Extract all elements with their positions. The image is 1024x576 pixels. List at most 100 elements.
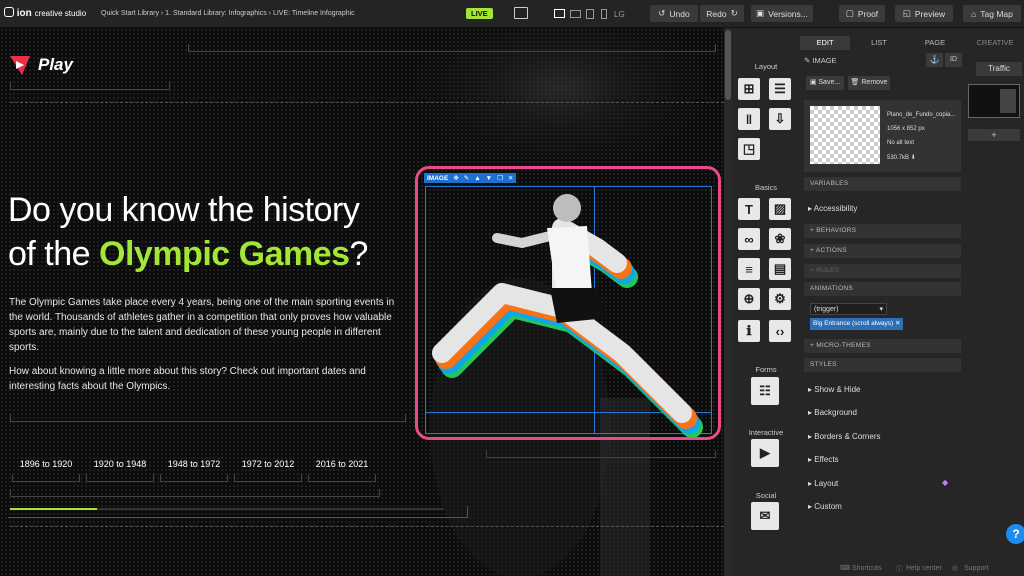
file-size: 530.7kB ⬇ — [887, 155, 916, 161]
style-item[interactable]: ▸ Show & Hide — [808, 385, 861, 394]
download-icon[interactable]: ⬇ — [911, 155, 916, 161]
rows-icon[interactable]: ☰ — [769, 78, 791, 100]
headline-line-2: of the Olympic Games? — [8, 235, 368, 273]
video-icon[interactable]: ▶ — [751, 439, 779, 467]
form-icon[interactable]: ☷ — [751, 377, 779, 405]
desktop-icon[interactable] — [554, 9, 565, 18]
droplet-icon: ◆ — [942, 478, 949, 487]
element-toolbox: Layout ⊞ ☰ ‖ ⇩ ◳ Basics T ▨ ∞ ❀ ≡ ▤ ⊕ ⚙ … — [732, 56, 800, 576]
traffic-tab[interactable]: Traffic — [976, 62, 1022, 76]
tablet-icon[interactable] — [586, 9, 594, 19]
variables-header[interactable]: VARIABLES — [804, 177, 961, 191]
support-link[interactable]: Support — [964, 565, 989, 572]
tab-creative[interactable]: CREATIVE — [966, 36, 1024, 50]
intro-paragraph[interactable]: The Olympic Games take place every 4 yea… — [9, 295, 404, 355]
style-item[interactable]: ▸ Background — [808, 408, 857, 417]
shape-icon[interactable]: ❀ — [769, 228, 791, 250]
timeline-item[interactable]: 2016 to 2021 — [308, 459, 376, 469]
play-logo[interactable]: Play — [8, 53, 73, 77]
remove-button[interactable]: 🗑 Remove — [848, 76, 890, 90]
tag-map-button[interactable]: ⌂ Tag Map — [963, 5, 1021, 22]
shortcuts-link[interactable]: Shortcuts — [852, 565, 882, 572]
image-add-icon[interactable]: ⊕ — [738, 288, 760, 310]
text-icon[interactable]: T — [738, 198, 760, 220]
secondary-paragraph[interactable]: How about knowing a little more about th… — [9, 364, 404, 394]
id-button[interactable]: ID — [945, 53, 962, 67]
chevron-right-icon: ▸ — [808, 204, 813, 213]
micro-themes-header[interactable]: + MICRO-THEMES — [804, 339, 961, 353]
editor-canvas[interactable]: Play Do you know the history of the Olym… — [0, 28, 724, 576]
layout-toggle-icon[interactable] — [514, 7, 528, 19]
file-name: Plano_de_Fundo_copia... — [887, 112, 956, 118]
container-icon[interactable]: ⊞ — [738, 78, 760, 100]
animation-tag[interactable]: Big Entrance (scroll always) ✕ — [810, 318, 904, 330]
page-thumbnail[interactable] — [968, 84, 1020, 118]
timeline-item[interactable]: 1920 to 1948 — [86, 459, 154, 469]
list-icon[interactable]: ≡ — [738, 258, 760, 280]
brand-logo[interactable]: ion creative studio — [4, 7, 86, 19]
style-item[interactable]: ▸ Custom — [808, 502, 842, 511]
save-button[interactable]: ▣ Save... — [806, 76, 844, 90]
panel-footer: ⌨ Shortcuts ⓘ Help center ◎ Support — [800, 562, 1024, 576]
alt-text: No alt text — [887, 140, 915, 146]
chat-icon[interactable]: ✉ — [751, 502, 779, 530]
logo-text: Play — [38, 55, 73, 74]
trash-icon: 🗑 — [850, 79, 860, 86]
scroll-thumb[interactable] — [725, 30, 731, 100]
breadcrumb[interactable]: Quick Start Library › 1. Standard Librar… — [101, 10, 355, 17]
gear-icon[interactable]: ⚙ — [769, 288, 791, 310]
info-icon[interactable]: ℹ — [738, 320, 760, 342]
phone-icon[interactable] — [601, 9, 607, 19]
chevron-down-icon: ▾ — [879, 306, 883, 313]
tab-edit[interactable]: EDIT — [800, 36, 850, 50]
style-item[interactable]: ▸ Effects — [808, 455, 839, 464]
help-icon: ⓘ — [896, 566, 903, 573]
timeline-item[interactable]: 1948 to 1972 — [160, 459, 228, 469]
behaviors-header[interactable]: + BEHAVIORS — [804, 224, 961, 238]
device-label[interactable]: LG — [614, 10, 625, 19]
canvas-scrollbar[interactable] — [724, 28, 732, 576]
animations-header[interactable]: ANIMATIONS — [804, 282, 961, 296]
trigger-select[interactable]: (trigger) ▾ — [810, 303, 887, 315]
image-icon[interactable]: ▨ — [769, 198, 791, 220]
tab-list[interactable]: LIST — [850, 36, 908, 50]
play-logo-icon — [10, 56, 30, 75]
timeline-bracket — [10, 408, 11, 409]
link-icon[interactable]: ∞ — [738, 228, 760, 250]
download-box-icon[interactable]: ⇩ — [769, 108, 791, 130]
undo-button[interactable]: ↺ Undo — [650, 5, 698, 22]
interactive-section-label: Interactive — [748, 428, 784, 437]
rules-header[interactable]: + RULES — [804, 264, 961, 278]
accessibility-item[interactable]: ▸ Accessibility — [808, 204, 857, 213]
support-icon: ◎ — [952, 565, 959, 572]
help-center-link[interactable]: Help center — [906, 565, 942, 572]
athlete-image[interactable] — [422, 178, 722, 438]
frame-logo-area — [10, 82, 170, 90]
proof-button[interactable]: ▢ Proof — [839, 5, 885, 22]
save-icon: ▣ — [809, 79, 817, 86]
anchor-icon[interactable]: ⚓ — [926, 53, 943, 67]
file-dimensions: 1056 x 852 px — [887, 126, 925, 132]
actions-header[interactable]: + ACTIONS — [804, 244, 961, 258]
timeline-item[interactable]: 1896 to 1920 — [12, 459, 80, 469]
tab-page[interactable]: PAGE — [908, 36, 962, 50]
keyboard-icon: ⌨ — [840, 565, 851, 572]
image-info-card[interactable]: Plano_de_Fundo_copia... 1056 x 852 px No… — [804, 100, 961, 172]
add-page-button[interactable]: + — [968, 129, 1020, 141]
styles-header[interactable]: STYLES — [804, 358, 961, 372]
table-icon[interactable]: ▤ — [769, 258, 791, 280]
style-item[interactable]: ▸ Layout — [808, 479, 838, 488]
columns-icon[interactable]: ‖ — [738, 108, 760, 130]
help-button[interactable]: ? — [1006, 524, 1024, 544]
page-headline[interactable]: Do you know the history of the Olympic G… — [8, 188, 368, 276]
style-item[interactable]: ▸ Borders & Corners — [808, 432, 881, 441]
code-icon[interactable]: ‹› — [769, 320, 791, 342]
popup-icon[interactable]: ◳ — [738, 138, 760, 160]
tag-icon: ⌂ — [971, 8, 977, 19]
preview-button[interactable]: ◱ Preview — [895, 5, 953, 22]
timeline-item[interactable]: 1972 to 2012 — [234, 459, 302, 469]
redo-button[interactable]: Redo ↻ — [700, 5, 744, 22]
laptop-icon[interactable] — [570, 10, 581, 18]
versions-button[interactable]: ▣ Versions... — [751, 5, 813, 22]
close-icon[interactable]: ✕ — [895, 320, 900, 327]
